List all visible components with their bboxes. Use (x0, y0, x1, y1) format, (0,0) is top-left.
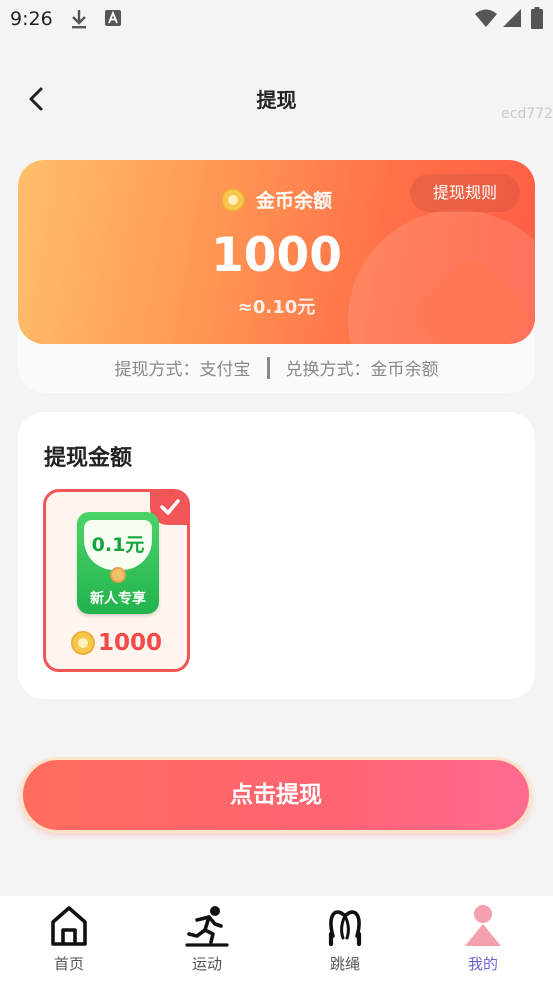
user-code: ecd772 (501, 106, 553, 122)
wifi-icon (475, 9, 497, 27)
tab-jump-rope[interactable]: 跳绳 (276, 896, 414, 984)
tab-sport-label: 运动 (191, 955, 222, 973)
font-icon (105, 10, 121, 26)
balance-amount: 1000 (211, 228, 342, 283)
balance-card: 提现规则 金币余额 1000 ≈0.10元 提现方式：支付宝 兑换方式：金币余额 (18, 160, 535, 393)
download-icon (72, 10, 86, 29)
tab-home-label: 首页 (53, 955, 84, 973)
balance-label-row: 金币余额 (18, 186, 535, 213)
envelope-seal (110, 567, 126, 583)
balance-label: 金币余额 (256, 190, 333, 212)
balance-rmb-equivalent: ≈0.10元 (237, 297, 316, 318)
amount-section-title: 提现金额 (44, 446, 133, 471)
signal-icon (503, 9, 521, 27)
running-icon (185, 906, 229, 947)
jump-rope-icon (328, 910, 362, 947)
payment-methods: 提现方式：支付宝 兑换方式：金币余额 (18, 355, 535, 380)
amount-option[interactable]: 0.1元 新人专享 1000 (43, 489, 190, 672)
tab-profile-label: 我的 (467, 955, 498, 973)
profile-icon (465, 905, 501, 946)
balance-banner: 提现规则 金币余额 1000 ≈0.10元 (18, 160, 535, 344)
option-coin-cost: 1000 (97, 630, 162, 656)
tab-sport[interactable]: 运动 (138, 896, 276, 984)
option-cost-row: 1000 (46, 630, 187, 656)
home-icon (51, 906, 87, 946)
tab-home[interactable]: 首页 (0, 896, 138, 984)
status-time: 9:26 (10, 8, 53, 30)
divider (266, 356, 270, 379)
withdraw-submit-button[interactable]: 点击提现 (20, 757, 532, 833)
status-bar: 9:26 (0, 0, 553, 40)
tab-profile[interactable]: 我的 (414, 896, 552, 984)
withdraw-method: 提现方式：支付宝 (114, 360, 251, 380)
battery-icon (531, 7, 543, 29)
red-envelope-icon: 0.1元 新人专享 (77, 512, 159, 614)
envelope-value: 0.1元 (91, 534, 145, 556)
envelope-tag: 新人专享 (90, 591, 146, 607)
tab-jump-rope-label: 跳绳 (329, 955, 360, 973)
exchange-method: 兑换方式：金币余额 (285, 360, 439, 380)
bottom-tab-bar: 首页 运动 跳绳 我的 (0, 896, 553, 984)
page-title: 提现 (256, 88, 297, 112)
amount-card: 提现金额 0.1元 新人专享 1000 (18, 412, 535, 699)
coin-icon (70, 631, 95, 655)
coin-icon (220, 187, 245, 212)
